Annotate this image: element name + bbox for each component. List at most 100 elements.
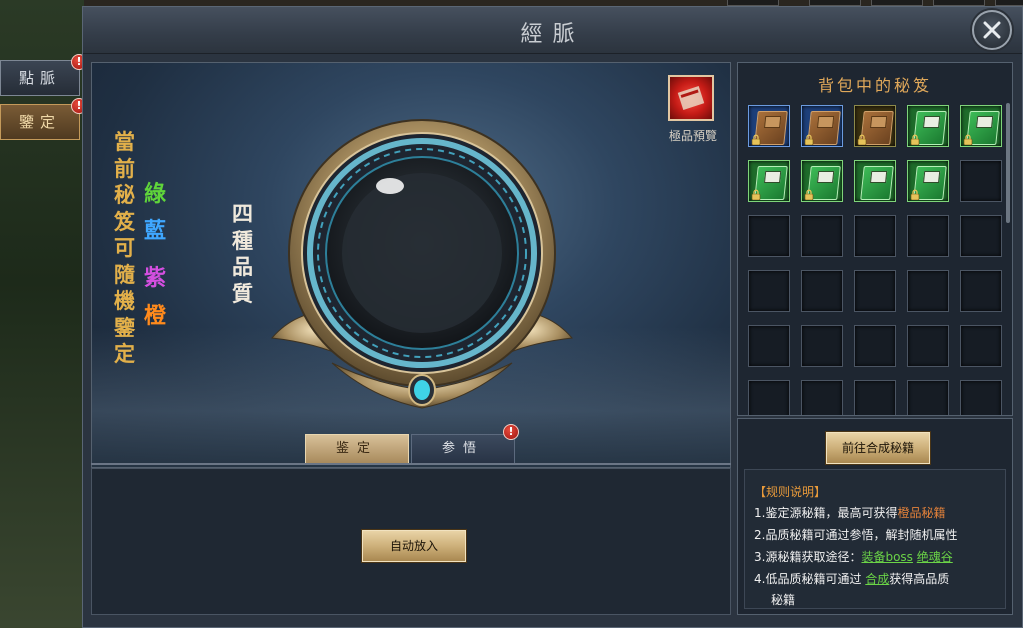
rules-heading: 【规则说明】 bbox=[754, 485, 827, 499]
rule-text: 1.鉴定源秘籍，最高可获得 bbox=[754, 506, 898, 520]
caption-char: 機 bbox=[114, 288, 135, 313]
close-icon bbox=[983, 21, 1001, 39]
rule-text: 3.源秘籍获取途径： bbox=[754, 550, 862, 564]
lock-icon bbox=[910, 134, 920, 145]
soul-valley-link[interactable]: 绝魂谷 bbox=[917, 550, 953, 564]
identify-action-panel: 自动放入 bbox=[91, 468, 731, 615]
tab-comprehend[interactable]: 参悟 bbox=[411, 434, 515, 464]
rule-line-1: 1.鉴定源秘籍，最高可获得橙品秘籍 bbox=[754, 504, 945, 521]
side-tab-identify[interactable]: 鑒定 bbox=[0, 104, 80, 140]
caption-char: 秘 bbox=[114, 182, 135, 207]
lock-icon bbox=[804, 189, 814, 200]
caption-char: 品 bbox=[232, 254, 253, 279]
bag-slot-empty[interactable] bbox=[854, 270, 896, 312]
bag-slot-empty[interactable] bbox=[801, 325, 843, 367]
grade-blue: 藍 bbox=[144, 218, 167, 244]
bag-slot-book[interactable] bbox=[801, 105, 843, 147]
bag-slot-empty[interactable] bbox=[748, 380, 790, 415]
caption-char: 前 bbox=[114, 155, 135, 181]
go-synthesize-button[interactable]: 前往合成秘籍 bbox=[826, 432, 930, 464]
book-label-icon bbox=[923, 116, 941, 128]
caption-char: 當 bbox=[114, 129, 135, 154]
bag-title: 背包中的秘笈 bbox=[817, 76, 932, 95]
identify-mirror-frame bbox=[271, 119, 573, 409]
bag-slot-empty[interactable] bbox=[854, 215, 896, 257]
identify-display-panel: 當前秘笈可隨機鑒定 四種品質 綠 藍 紫 橙 極品預覽 bbox=[91, 62, 731, 468]
book-label-icon bbox=[817, 116, 835, 128]
rule-highlight: 橙品秘籍 bbox=[897, 506, 946, 520]
bag-slot-empty[interactable] bbox=[801, 380, 843, 415]
bag-slot-book[interactable] bbox=[854, 160, 896, 202]
title-bar: 經脈 bbox=[83, 7, 1022, 54]
meridian-window: 經脈 當前秘笈可隨機鑒定 四種品質 綠 藍 紫 橙 極品預覽 鉴定 参悟 ! 自… bbox=[82, 6, 1023, 628]
bag-slot-empty[interactable] bbox=[748, 215, 790, 257]
grade-green: 綠 bbox=[144, 181, 167, 207]
bag-slot-empty[interactable] bbox=[854, 325, 896, 367]
quality-caption: 四種品質 bbox=[232, 201, 253, 307]
book-label-icon bbox=[923, 171, 941, 183]
identify-caption: 當前秘笈可隨機鑒定 bbox=[114, 129, 135, 368]
bag-slot-empty[interactable] bbox=[907, 270, 949, 312]
bag-scrollbar[interactable] bbox=[1006, 103, 1010, 223]
bag-slot-empty[interactable] bbox=[960, 380, 1002, 415]
bag-slot-empty[interactable] bbox=[960, 325, 1002, 367]
tab-identify[interactable]: 鉴定 bbox=[305, 434, 409, 464]
lock-icon bbox=[751, 134, 761, 145]
bag-slot-empty[interactable] bbox=[907, 215, 949, 257]
grade-orange: 橙 bbox=[144, 303, 167, 329]
side-tab-meridian-point[interactable]: 點脈 bbox=[0, 60, 80, 96]
caption-char: 可 bbox=[114, 235, 135, 260]
lock-icon bbox=[963, 134, 973, 145]
caption-char: 隨 bbox=[114, 261, 135, 287]
rule-line-4: 4.低品质秘籍可通过 合成获得高品质 bbox=[754, 570, 949, 587]
bag-slot-empty[interactable] bbox=[748, 325, 790, 367]
bag-slot-book[interactable] bbox=[801, 160, 843, 202]
caption-char: 鑒 bbox=[114, 314, 135, 340]
close-button[interactable] bbox=[972, 10, 1012, 50]
alert-badge-icon: ! bbox=[503, 424, 519, 440]
rule-line-4-cont: 秘籍 bbox=[771, 593, 796, 607]
rule-text: 4.低品质秘籍可通过 bbox=[754, 572, 862, 586]
side-tab-label: 點脈 bbox=[18, 69, 61, 87]
bag-slot-empty[interactable] bbox=[907, 325, 949, 367]
lock-icon bbox=[910, 189, 920, 200]
bag-slot-book[interactable] bbox=[854, 105, 896, 147]
equip-boss-link[interactable]: 装备boss bbox=[861, 550, 912, 564]
bag-slot-book[interactable] bbox=[748, 105, 790, 147]
bag-slot-empty[interactable] bbox=[907, 380, 949, 415]
rule-line-3: 3.源秘籍获取途径：装备boss 绝魂谷 bbox=[754, 548, 953, 565]
synthesize-link[interactable]: 合成 bbox=[865, 572, 889, 586]
window-title: 經脈 bbox=[520, 22, 585, 47]
lock-icon bbox=[751, 189, 761, 200]
caption-char: 質 bbox=[232, 280, 253, 306]
bag-slot-book[interactable] bbox=[907, 105, 949, 147]
bag-slot-empty[interactable] bbox=[748, 270, 790, 312]
bag-slot-empty[interactable] bbox=[960, 270, 1002, 312]
bag-slot-empty[interactable] bbox=[801, 270, 843, 312]
caption-char: 定 bbox=[114, 341, 135, 366]
tab-divider bbox=[91, 463, 731, 465]
bag-slot-empty[interactable] bbox=[801, 215, 843, 257]
rules-panel: 前往合成秘籍 【规则说明】 1.鉴定源秘籍，最高可获得橙品秘籍 2.品质秘籍可通… bbox=[737, 418, 1013, 615]
bag-slot-book[interactable] bbox=[907, 160, 949, 202]
caption-char: 笈 bbox=[114, 208, 135, 234]
top-grade-preview-label: 極品預覽 bbox=[668, 129, 717, 143]
bag-slot-empty[interactable] bbox=[960, 215, 1002, 257]
caption-char: 四 bbox=[232, 201, 253, 226]
bag-secret-books-panel: 背包中的秘笈 bbox=[737, 62, 1013, 416]
book-label-icon bbox=[817, 171, 835, 183]
bag-slot-book[interactable] bbox=[960, 105, 1002, 147]
bag-slot-empty[interactable] bbox=[854, 380, 896, 415]
lock-icon bbox=[857, 134, 867, 145]
bag-slot-empty[interactable] bbox=[960, 160, 1002, 202]
caption-char: 種 bbox=[232, 227, 253, 253]
secret-book-icon bbox=[860, 166, 894, 200]
auto-place-button[interactable]: 自动放入 bbox=[362, 530, 466, 562]
rule-line-2: 2.品质秘籍可通过参悟，解封随机属性 bbox=[754, 528, 958, 542]
top-grade-preview-button[interactable] bbox=[668, 75, 714, 121]
book-label-icon bbox=[870, 171, 888, 183]
book-label-icon bbox=[976, 116, 994, 128]
bag-slot-book[interactable] bbox=[748, 160, 790, 202]
rules-text-box: 【规则说明】 1.鉴定源秘籍，最高可获得橙品秘籍 2.品质秘籍可通过参悟，解封随… bbox=[744, 469, 1006, 609]
book-label-icon bbox=[870, 116, 888, 128]
